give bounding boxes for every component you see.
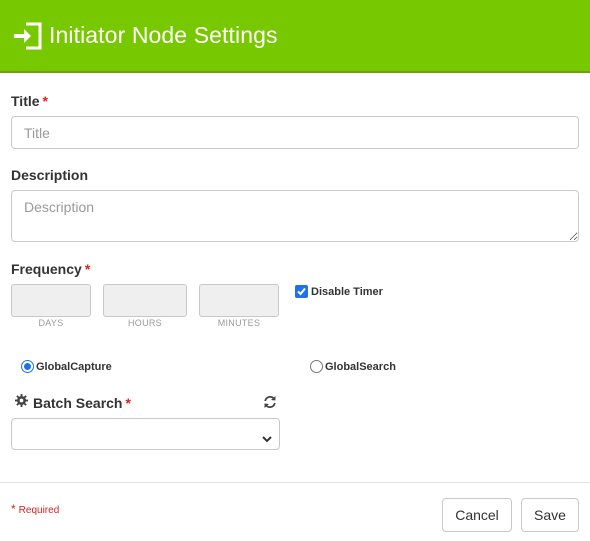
days-label: DAYS <box>38 318 64 328</box>
required-note-text: Required <box>18 505 60 516</box>
save-button[interactable]: Save <box>521 498 579 532</box>
frequency-label-text: Frequency <box>11 261 82 277</box>
sign-in-icon <box>13 21 43 51</box>
required-star: * <box>11 502 16 516</box>
radio-globalcapture[interactable]: GlobalCapture <box>21 360 112 373</box>
hours-label: HOURS <box>127 318 162 328</box>
radio-button[interactable] <box>21 360 34 373</box>
minutes-label: MINUTES <box>217 318 261 328</box>
cancel-button[interactable]: Cancel <box>442 498 512 532</box>
days-input[interactable] <box>11 284 91 317</box>
title-input[interactable] <box>11 116 579 149</box>
batch-search-label-text: Batch Search <box>33 395 123 411</box>
chevron-down-icon <box>262 430 272 448</box>
footer-divider <box>0 482 590 483</box>
radio-button[interactable] <box>310 360 323 373</box>
minutes-input[interactable] <box>199 284 279 317</box>
disable-timer-label: Disable Timer <box>311 285 383 298</box>
hours-input[interactable] <box>103 284 187 317</box>
frequency-label: Frequency * <box>11 261 90 277</box>
check-icon <box>297 287 306 296</box>
required-marker: * <box>125 395 131 411</box>
disable-timer-toggle[interactable]: Disable Timer <box>295 285 383 298</box>
description-input[interactable] <box>11 190 579 242</box>
batch-search-select[interactable] <box>11 418 280 450</box>
required-marker: * <box>84 261 91 277</box>
description-label: Description <box>11 167 89 183</box>
required-marker: * <box>42 93 48 109</box>
disable-timer-checkbox[interactable] <box>295 285 308 298</box>
refresh-icon[interactable] <box>263 395 277 414</box>
batch-search-header: Batch Search * <box>15 394 277 412</box>
dialog-title: Initiator Node Settings <box>49 22 278 48</box>
dialog-header: Initiator Node Settings <box>0 0 590 73</box>
title-label-text: Title <box>11 93 40 109</box>
title-label: Title * <box>11 93 48 109</box>
radio-globalsearch[interactable]: GlobalSearch <box>310 360 396 373</box>
gear-icon <box>15 394 28 412</box>
radio-globalsearch-label: GlobalSearch <box>325 360 396 373</box>
batch-search-label: Batch Search * <box>33 395 131 411</box>
radio-globalcapture-label: GlobalCapture <box>36 360 112 373</box>
required-note: * Required <box>11 502 59 516</box>
